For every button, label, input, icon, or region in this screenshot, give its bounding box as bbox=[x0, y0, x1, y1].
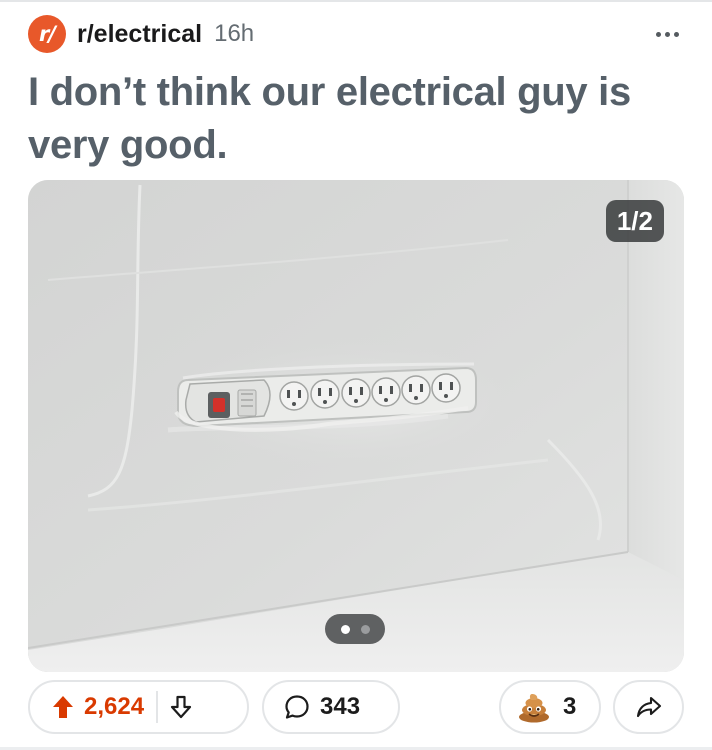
subreddit-icon-letter: r/ bbox=[38, 22, 56, 46]
more-dot bbox=[673, 31, 679, 37]
poop-award-icon bbox=[519, 694, 549, 723]
downvote-arrow-icon bbox=[170, 695, 192, 719]
subreddit-icon[interactable]: r/ bbox=[28, 15, 66, 53]
vote-bar: 2,624 bbox=[28, 680, 249, 734]
carousel-dot[interactable] bbox=[360, 624, 370, 634]
post-header: r/ r/electrical 16h bbox=[28, 14, 684, 54]
upvote-button[interactable]: 2,624 bbox=[30, 682, 144, 732]
post-age: 16h bbox=[214, 20, 255, 47]
comment-bubble-icon bbox=[285, 695, 309, 719]
post-image[interactable]: 1/2 bbox=[28, 180, 684, 672]
share-button[interactable] bbox=[613, 680, 684, 734]
upvote-arrow-icon bbox=[53, 696, 73, 718]
comments-button[interactable]: 343 bbox=[262, 680, 400, 734]
more-dot bbox=[664, 31, 670, 37]
carousel-dots[interactable] bbox=[325, 614, 385, 644]
vote-divider bbox=[156, 691, 159, 723]
comment-count: 343 bbox=[320, 693, 361, 720]
carousel-dot-active[interactable] bbox=[340, 624, 350, 634]
share-arrow-icon bbox=[636, 696, 661, 718]
top-divider bbox=[0, 0, 712, 2]
image-counter: 1/2 bbox=[605, 200, 664, 242]
more-dots-icon bbox=[655, 31, 661, 37]
award-count: 3 bbox=[563, 693, 577, 720]
subreddit-name[interactable]: r/electrical bbox=[77, 20, 202, 49]
award-button[interactable]: 3 bbox=[499, 680, 601, 734]
post-title[interactable]: I don’t think our electrical guy is very… bbox=[28, 66, 688, 172]
downvote-button[interactable] bbox=[160, 682, 202, 732]
post-actions: 2,624 343 3 bbox=[28, 680, 684, 736]
vote-score: 2,624 bbox=[84, 693, 145, 720]
power-strip-photo bbox=[28, 180, 684, 672]
more-options-button[interactable] bbox=[650, 20, 684, 48]
